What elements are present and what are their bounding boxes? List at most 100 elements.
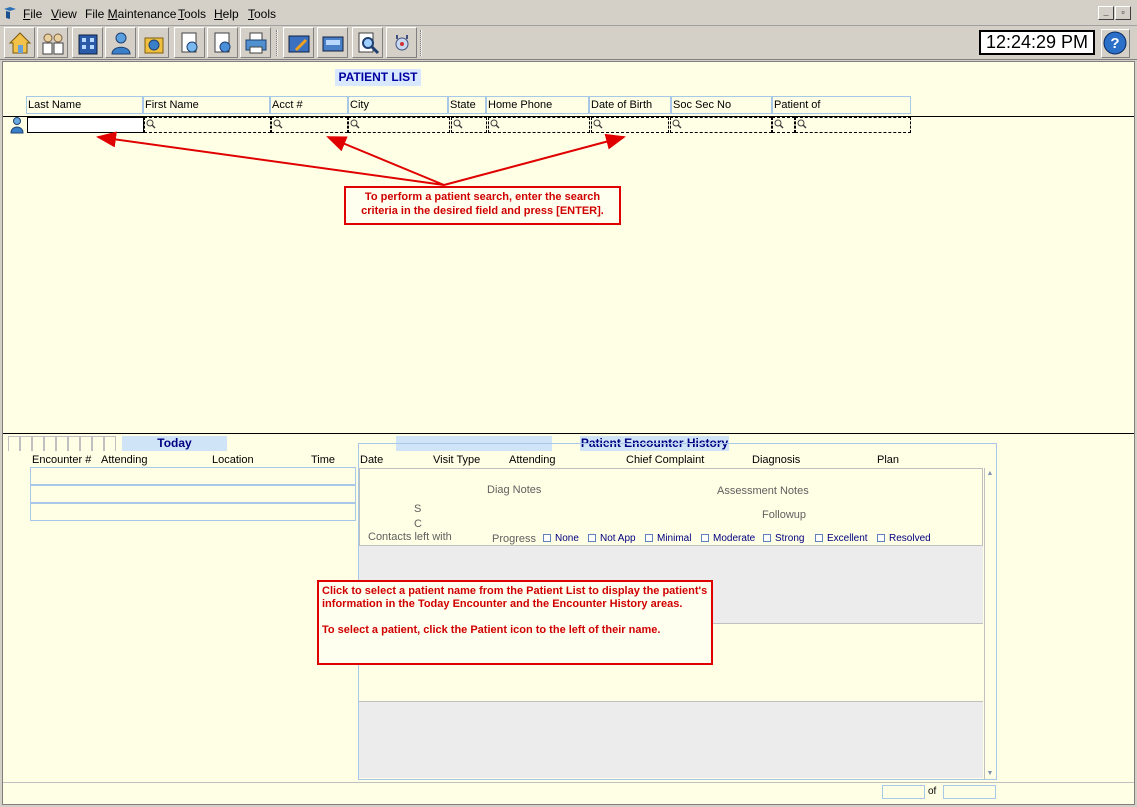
patient-list-title: PATIENT LIST — [335, 69, 421, 86]
progress-moderate-checkbox[interactable] — [701, 534, 709, 542]
search-city-input[interactable] — [348, 117, 450, 133]
progress-resolved-checkbox[interactable] — [877, 534, 885, 542]
search-last-name-input[interactable] — [27, 117, 144, 133]
progress-not-app-label: Not App — [600, 533, 636, 544]
search-instructions-callout: To perform a patient search, enter the s… — [344, 186, 621, 225]
magnify-button[interactable] — [352, 27, 383, 58]
total-pages-field[interactable] — [943, 785, 996, 799]
col-patient-of[interactable]: Patient of — [772, 96, 911, 114]
tab-stub[interactable] — [32, 436, 44, 451]
search-state-input[interactable] — [451, 117, 487, 133]
restore-button[interactable]: ▫ — [1115, 6, 1131, 20]
today-col-time: Time — [311, 454, 336, 466]
building-button[interactable] — [72, 27, 103, 58]
tab-stub[interactable] — [8, 436, 20, 451]
progress-minimal-checkbox[interactable] — [645, 534, 653, 542]
progress-strong-label: Strong — [775, 533, 805, 544]
svg-text:?: ? — [1110, 35, 1119, 52]
today-title: Today — [122, 436, 227, 451]
c-label: C — [414, 518, 422, 530]
printer-button[interactable] — [240, 27, 271, 58]
col-last-name[interactable]: Last Name — [26, 96, 143, 114]
search-date-of-birth-input[interactable] — [591, 117, 669, 133]
tab-stub[interactable] — [80, 436, 92, 451]
magnifier-icon — [774, 119, 784, 129]
col-acct[interactable]: Acct # — [270, 96, 348, 114]
progress-none-checkbox[interactable] — [543, 534, 551, 542]
enc-col-date: Date — [360, 454, 384, 466]
inbox-button[interactable] — [317, 27, 348, 58]
tab-stub[interactable] — [44, 436, 56, 451]
menu-tools[interactable]: Tools — [178, 7, 206, 21]
enc-col-visit-type: Visit Type — [433, 454, 481, 466]
search-soc-sec-no-input[interactable] — [670, 117, 772, 133]
enc-col-chief-complaint: Chief Complaint — [626, 454, 705, 466]
search-first-name-input[interactable] — [144, 117, 271, 133]
home-button[interactable] — [4, 27, 35, 58]
scroll-up-arrow-icon[interactable]: ▲ — [984, 468, 996, 479]
col-first-name[interactable]: First Name — [143, 96, 270, 114]
building-icon — [78, 34, 98, 55]
help-button[interactable]: ? — [1101, 29, 1130, 58]
today-col-encounter: Encounter # — [32, 454, 92, 466]
menu-file[interactable]: File — [23, 7, 42, 21]
magnifier-icon — [273, 119, 283, 129]
stethoscope-button[interactable] — [386, 27, 417, 58]
encounter-scrollbar[interactable] — [984, 468, 996, 779]
col-state[interactable]: State — [448, 96, 486, 114]
menu-view[interactable]: View — [51, 7, 77, 21]
col-soc-sec-no[interactable]: Soc Sec No — [671, 96, 772, 114]
document-search-button[interactable] — [174, 27, 205, 58]
today-row[interactable] — [30, 467, 356, 485]
of-label: of — [928, 786, 937, 797]
search-patient-of-input[interactable] — [795, 117, 911, 133]
col-city[interactable]: City — [348, 96, 448, 114]
enc-col-attending: Attending — [509, 454, 556, 466]
today-row[interactable] — [30, 485, 356, 503]
today-row[interactable] — [30, 503, 356, 521]
tab-stub[interactable] — [104, 436, 116, 451]
magnifier-icon — [593, 119, 603, 129]
tab-stub[interactable] — [20, 436, 32, 451]
tools-button[interactable] — [283, 27, 314, 58]
magnifier-icon — [146, 119, 156, 129]
page-number-field[interactable] — [882, 785, 925, 799]
tab-stub[interactable] — [68, 436, 80, 451]
progress-not-app-checkbox[interactable] — [588, 534, 596, 542]
printer-icon — [245, 32, 267, 54]
menu-help[interactable]: Help — [214, 7, 239, 21]
progress-minimal-label: Minimal — [657, 533, 692, 544]
progress-moderate-label: Moderate — [713, 533, 756, 544]
col-date-of-birth[interactable]: Date of Birth — [589, 96, 671, 114]
help-desk-button[interactable] — [138, 27, 169, 58]
status-divider — [3, 782, 1134, 783]
progress-label: Progress — [492, 533, 537, 545]
home-icon — [8, 32, 32, 54]
people-icon — [42, 33, 64, 55]
today-col-attending: Attending — [101, 454, 148, 466]
progress-strong-checkbox[interactable] — [763, 534, 771, 542]
magnifier-icon — [797, 119, 807, 129]
user-button[interactable] — [105, 27, 136, 58]
scroll-down-arrow-icon[interactable]: ▼ — [984, 768, 996, 779]
search-home-phone-input[interactable] — [488, 117, 590, 133]
tab-stub[interactable] — [56, 436, 68, 451]
people-button[interactable] — [37, 27, 68, 58]
progress-excellent-checkbox[interactable] — [815, 534, 823, 542]
menu-tools-2[interactable]: Tools — [248, 7, 276, 21]
col-home-phone[interactable]: Home Phone — [486, 96, 589, 114]
section-divider — [3, 433, 1134, 434]
search-patient-of-code-input[interactable] — [772, 117, 795, 133]
enc-col-diagnosis: Diagnosis — [752, 454, 801, 466]
toolbar — [0, 26, 1137, 60]
tab-stub[interactable] — [92, 436, 104, 451]
progress-none-label: None — [555, 533, 579, 544]
search-acct-input[interactable] — [271, 117, 348, 133]
minimize-button[interactable]: _ — [1098, 6, 1114, 20]
patient-icon[interactable] — [10, 117, 24, 134]
toolbar-separator — [276, 30, 278, 56]
menu-file-maintenance[interactable]: File Maintenance — [85, 7, 176, 21]
document-view-button[interactable] — [207, 27, 238, 58]
magnifier-icon — [350, 119, 360, 129]
select-patient-callout: Click to select a patient name from the … — [317, 580, 713, 665]
